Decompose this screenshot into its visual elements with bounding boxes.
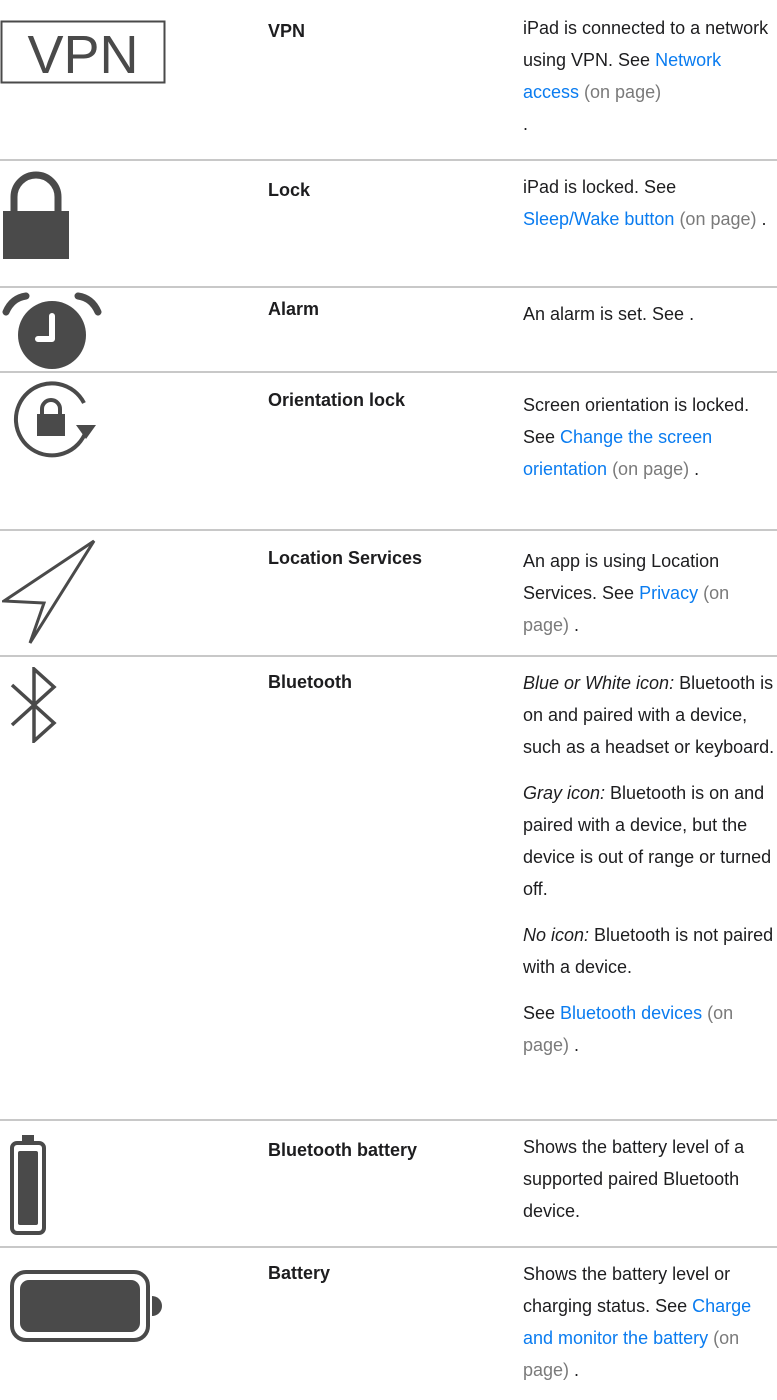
status-name: Orientation lock — [268, 390, 406, 410]
status-description: An app is using Location Services. See P… — [523, 551, 730, 635]
status-name: Alarm — [268, 299, 320, 319]
status-description: Shows the battery level of a supported p… — [523, 1137, 745, 1221]
status-name: Bluetooth — [268, 672, 352, 692]
status-description: iPad is locked. See Sleep/Wake button (o… — [523, 177, 767, 229]
sleep-wake-button-link[interactable]: Sleep/Wake button — [523, 209, 674, 229]
battery-icon — [8, 1268, 168, 1349]
table-row-bluetooth-battery: Bluetooth battery Shows the battery leve… — [0, 1121, 777, 1246]
bluetooth-icon — [8, 665, 62, 748]
vpn-icon: VPN — [0, 20, 166, 89]
table-row-lock: Lock iPad is locked. See Sleep/Wake butt… — [0, 161, 777, 286]
table-row-orientation-lock: Orientation lock Screen orientation is l… — [0, 373, 777, 529]
table-row-location-services: Location Services An app is using Locati… — [0, 531, 777, 655]
status-description: Blue or White icon: Bluetooth is on and … — [523, 673, 775, 1055]
status-description: Shows the battery level or charging stat… — [523, 1264, 752, 1380]
table-row-vpn: VPN VPN iPad is connected to a network u… — [0, 0, 777, 159]
bluetooth-battery-icon — [8, 1133, 48, 1242]
status-description: An alarm is set. See . — [523, 304, 695, 324]
table-row-alarm: Alarm An alarm is set. See . — [0, 288, 777, 371]
status-name: Lock — [268, 180, 311, 200]
location-services-icon — [0, 537, 98, 652]
table-row-bluetooth: Bluetooth Blue or White icon: Bluetooth … — [0, 657, 777, 1119]
privacy-link[interactable]: Privacy — [639, 583, 698, 603]
status-name: Location Services — [268, 548, 423, 568]
status-description: iPad is connected to a network using VPN… — [523, 18, 769, 134]
status-name: Battery — [268, 1263, 331, 1283]
table-row-battery: Battery Shows the battery level or charg… — [0, 1248, 777, 1400]
bluetooth-devices-link[interactable]: Bluetooth devices — [560, 1003, 702, 1023]
status-name: Bluetooth battery — [268, 1140, 418, 1160]
status-description: Screen orientation is locked. See Change… — [523, 395, 750, 479]
status-name: VPN — [268, 21, 306, 41]
lock-icon — [0, 171, 72, 266]
alarm-icon — [2, 292, 102, 375]
orientation-lock-icon — [2, 379, 106, 464]
svg-text:VPN: VPN — [27, 25, 138, 84]
